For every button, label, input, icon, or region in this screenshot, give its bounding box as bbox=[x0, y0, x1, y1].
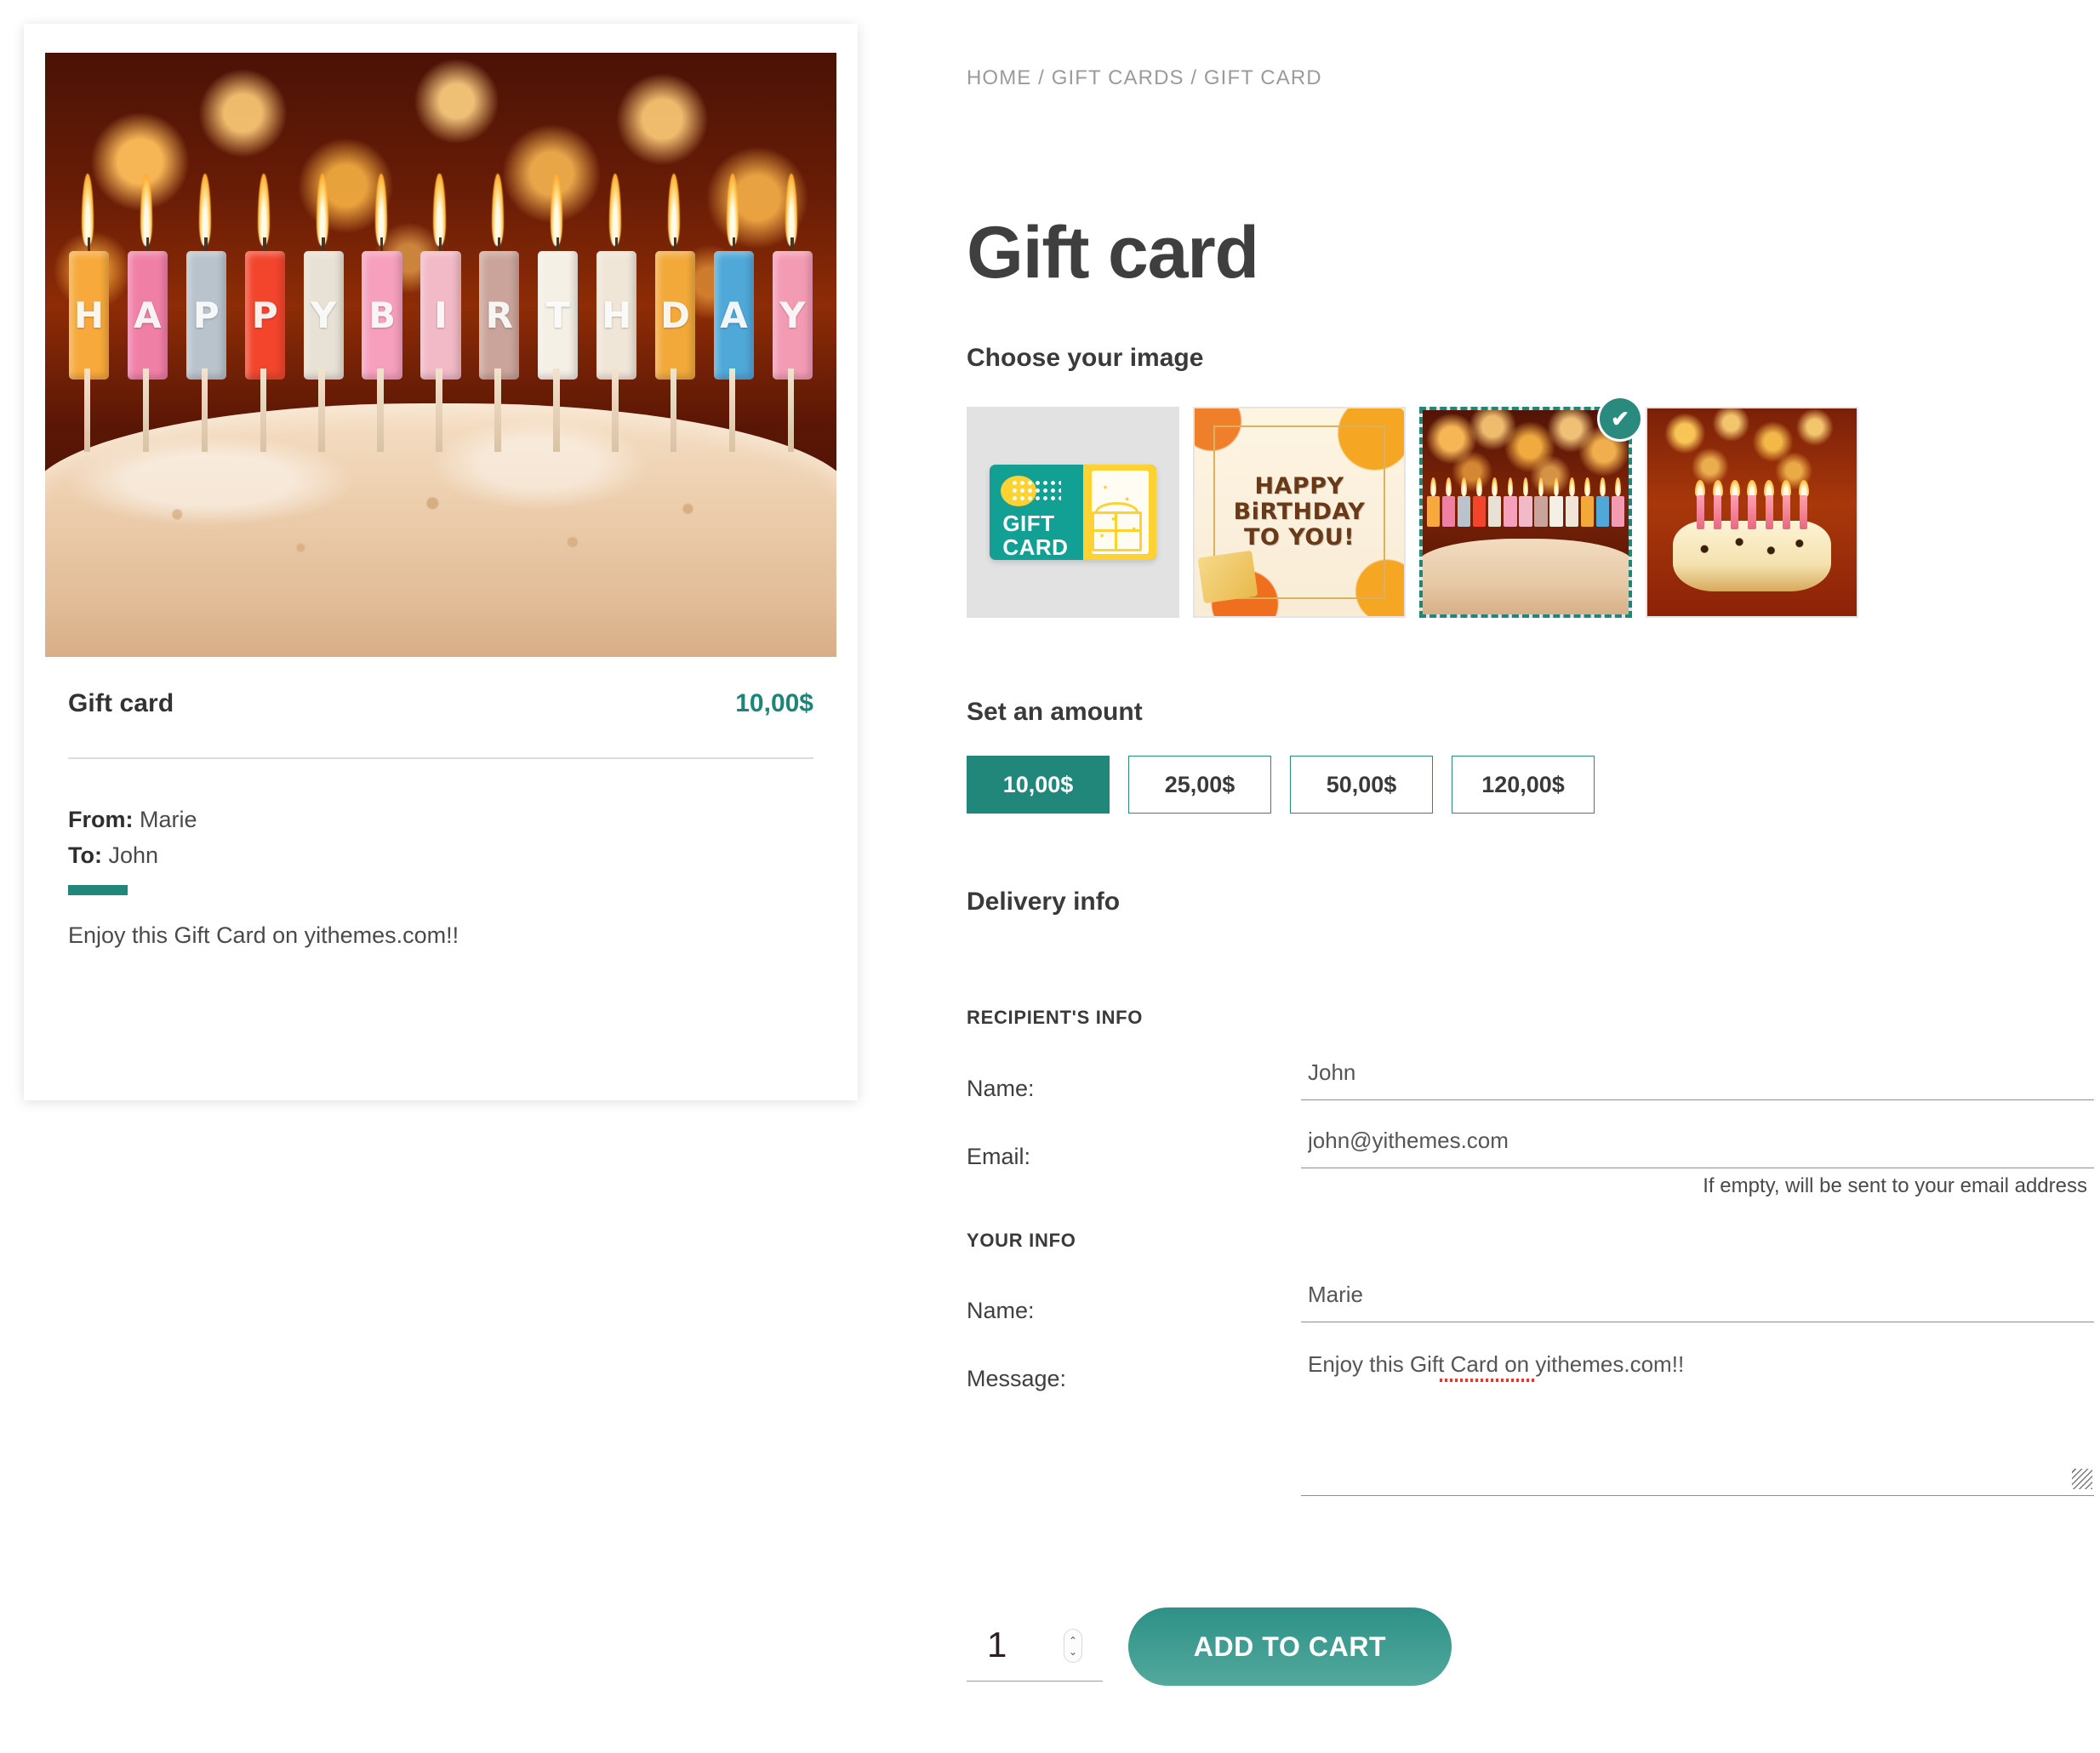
star-cake-candle bbox=[1762, 475, 1777, 529]
candle-letter: P bbox=[185, 174, 226, 452]
thumb-candle bbox=[1488, 463, 1502, 540]
preview-accent-bar bbox=[68, 885, 128, 895]
preview-divider bbox=[68, 757, 813, 759]
thumb-candle-letters bbox=[1426, 463, 1625, 540]
star-cake-candle bbox=[1728, 475, 1743, 529]
preview-to-line: To: John bbox=[68, 842, 158, 869]
thumb-cake-body bbox=[1423, 539, 1629, 614]
preview-title-row: Gift card 10,00$ bbox=[68, 689, 813, 718]
candle-letter: H bbox=[68, 174, 110, 452]
thumb-candle bbox=[1441, 463, 1456, 540]
thumbnail-birthday-candles-cake[interactable]: ✔ bbox=[1419, 398, 1641, 618]
selected-check-icon: ✔ bbox=[1600, 398, 1641, 439]
quantity-input[interactable] bbox=[985, 1615, 1059, 1675]
star-cake-candle bbox=[1745, 475, 1760, 529]
thumb-candle bbox=[1457, 463, 1471, 540]
recipient-info-subheading: RECIPIENT'S INFO bbox=[967, 1007, 1144, 1028]
star-cake-body bbox=[1672, 520, 1832, 591]
preview-price: 10,00$ bbox=[735, 689, 813, 717]
thumb-candle bbox=[1534, 463, 1548, 540]
candle-letter: P bbox=[244, 174, 285, 452]
birthday-card-text: HAPPY BiRTHDAY TO YOU! bbox=[1195, 408, 1404, 616]
image-thumbnail-list: GIFT CARD HAPPY BiRTHDAY TO YOU! ✔ bbox=[967, 398, 1858, 618]
preview-to-value: John bbox=[108, 842, 159, 868]
thumbnail-happy-birthday-to-you[interactable]: HAPPY BiRTHDAY TO YOU! bbox=[1193, 407, 1406, 618]
gift-card-label-line1: GIFT bbox=[1002, 510, 1055, 536]
page-title: Gift card bbox=[967, 211, 1259, 294]
message-label: Message: bbox=[967, 1366, 1067, 1391]
breadcrumb[interactable]: HOME / GIFT CARDS / GIFT CARD bbox=[967, 66, 1322, 90]
candle-letter: T bbox=[538, 174, 579, 452]
thumb-candle bbox=[1549, 463, 1563, 540]
candle-letter: A bbox=[713, 174, 755, 452]
candle-letters: HAPPYBIRTHDAY bbox=[68, 174, 813, 452]
thumbnail-star-cake-candles[interactable] bbox=[1646, 407, 1858, 618]
amount-option-2500[interactable]: 25,00$ bbox=[1128, 756, 1271, 814]
gift-card-art: GIFT CARD bbox=[989, 464, 1157, 561]
thumbnail-gift-card-graphic[interactable]: GIFT CARD bbox=[967, 407, 1179, 618]
recipient-name-label: Name: bbox=[967, 1076, 1035, 1101]
star-cake-candle bbox=[1779, 475, 1794, 529]
textarea-resize-handle[interactable] bbox=[2072, 1469, 2092, 1489]
recipient-email-input[interactable] bbox=[1301, 1121, 2094, 1168]
amount-options: 10,00$ 25,00$ 50,00$ 120,00$ bbox=[967, 756, 1595, 814]
set-amount-heading: Set an amount bbox=[967, 698, 1143, 726]
candle-letter: B bbox=[362, 174, 402, 452]
stepper-up-icon[interactable]: ⌃ bbox=[1069, 1636, 1077, 1646]
preview-from-line: From: Marie bbox=[68, 807, 197, 833]
your-name-input[interactable] bbox=[1301, 1275, 2094, 1322]
gift-card-label-line2: CARD bbox=[1002, 534, 1069, 560]
thumb-candle bbox=[1565, 463, 1578, 540]
spellcheck-underline bbox=[1440, 1379, 1535, 1382]
preview-from-label: From: bbox=[68, 807, 134, 832]
email-hint-text: If empty, will be sent to your email add… bbox=[1703, 1174, 2087, 1197]
choose-image-heading: Choose your image bbox=[967, 344, 1204, 372]
recipient-email-label: Email: bbox=[967, 1144, 1031, 1169]
gift-card-label: GIFT CARD bbox=[1002, 510, 1069, 560]
candle-letter: R bbox=[479, 174, 520, 452]
preview-message: Enjoy this Gift Card on yithemes.com!! bbox=[68, 922, 459, 948]
your-info-subheading: YOUR INFO bbox=[967, 1230, 1076, 1251]
your-name-label: Name: bbox=[967, 1298, 1035, 1323]
amount-option-5000[interactable]: 50,00$ bbox=[1290, 756, 1433, 814]
quantity-field: ⌃ ⌄ bbox=[967, 1615, 1103, 1682]
recipient-name-input[interactable] bbox=[1301, 1053, 2094, 1100]
star-cake-candle bbox=[1796, 475, 1811, 529]
gift-box-icon bbox=[1091, 511, 1142, 552]
thumb-candle bbox=[1580, 463, 1594, 540]
gift-card-dots bbox=[1011, 478, 1062, 504]
star-cake-candle bbox=[1693, 475, 1708, 529]
preview-from-value: Marie bbox=[140, 807, 197, 832]
quantity-stepper[interactable]: ⌃ ⌄ bbox=[1064, 1629, 1082, 1663]
amount-option-1000[interactable]: 10,00$ bbox=[967, 756, 1110, 814]
thumb-candle bbox=[1473, 463, 1487, 540]
product-details-panel: HOME / GIFT CARDS / GIFT CARD Gift card … bbox=[967, 0, 2094, 1753]
birthday-text-line1: HAPPY bbox=[1254, 472, 1344, 500]
star-cake-candle bbox=[1710, 475, 1725, 529]
delivery-info-heading: Delivery info bbox=[967, 888, 1121, 916]
amount-option-12000[interactable]: 120,00$ bbox=[1452, 756, 1595, 814]
birthday-text-line3: TO YOU! bbox=[1243, 524, 1355, 551]
birthday-text-line2: BiRTHDAY bbox=[1233, 498, 1366, 525]
candle-letter: Y bbox=[772, 174, 813, 452]
candle-letter: D bbox=[654, 174, 696, 452]
stepper-down-icon[interactable]: ⌄ bbox=[1069, 1647, 1077, 1657]
add-to-cart-button[interactable]: ADD TO CART bbox=[1128, 1607, 1452, 1686]
candle-letter: Y bbox=[303, 174, 344, 452]
thumb-candle bbox=[1504, 463, 1517, 540]
preview-product-name: Gift card bbox=[68, 689, 174, 717]
message-textarea[interactable] bbox=[1301, 1343, 2094, 1496]
preview-hero-image: HAPPYBIRTHDAY bbox=[45, 53, 836, 657]
thumb-candle bbox=[1426, 463, 1441, 540]
candle-letter: H bbox=[596, 174, 637, 452]
preview-to-label: To: bbox=[68, 842, 102, 868]
candle-letter: I bbox=[420, 174, 461, 452]
message-field-wrapper bbox=[1301, 1343, 2094, 1496]
star-cake-candles bbox=[1693, 475, 1811, 529]
thumb-candle bbox=[1519, 463, 1532, 540]
gift-card-preview: HAPPYBIRTHDAY Gift card 10,00$ From: Mar… bbox=[24, 24, 858, 1100]
candle-letter: A bbox=[127, 174, 168, 452]
thumb-candle bbox=[1595, 463, 1610, 540]
thumb-candle bbox=[1611, 463, 1625, 540]
